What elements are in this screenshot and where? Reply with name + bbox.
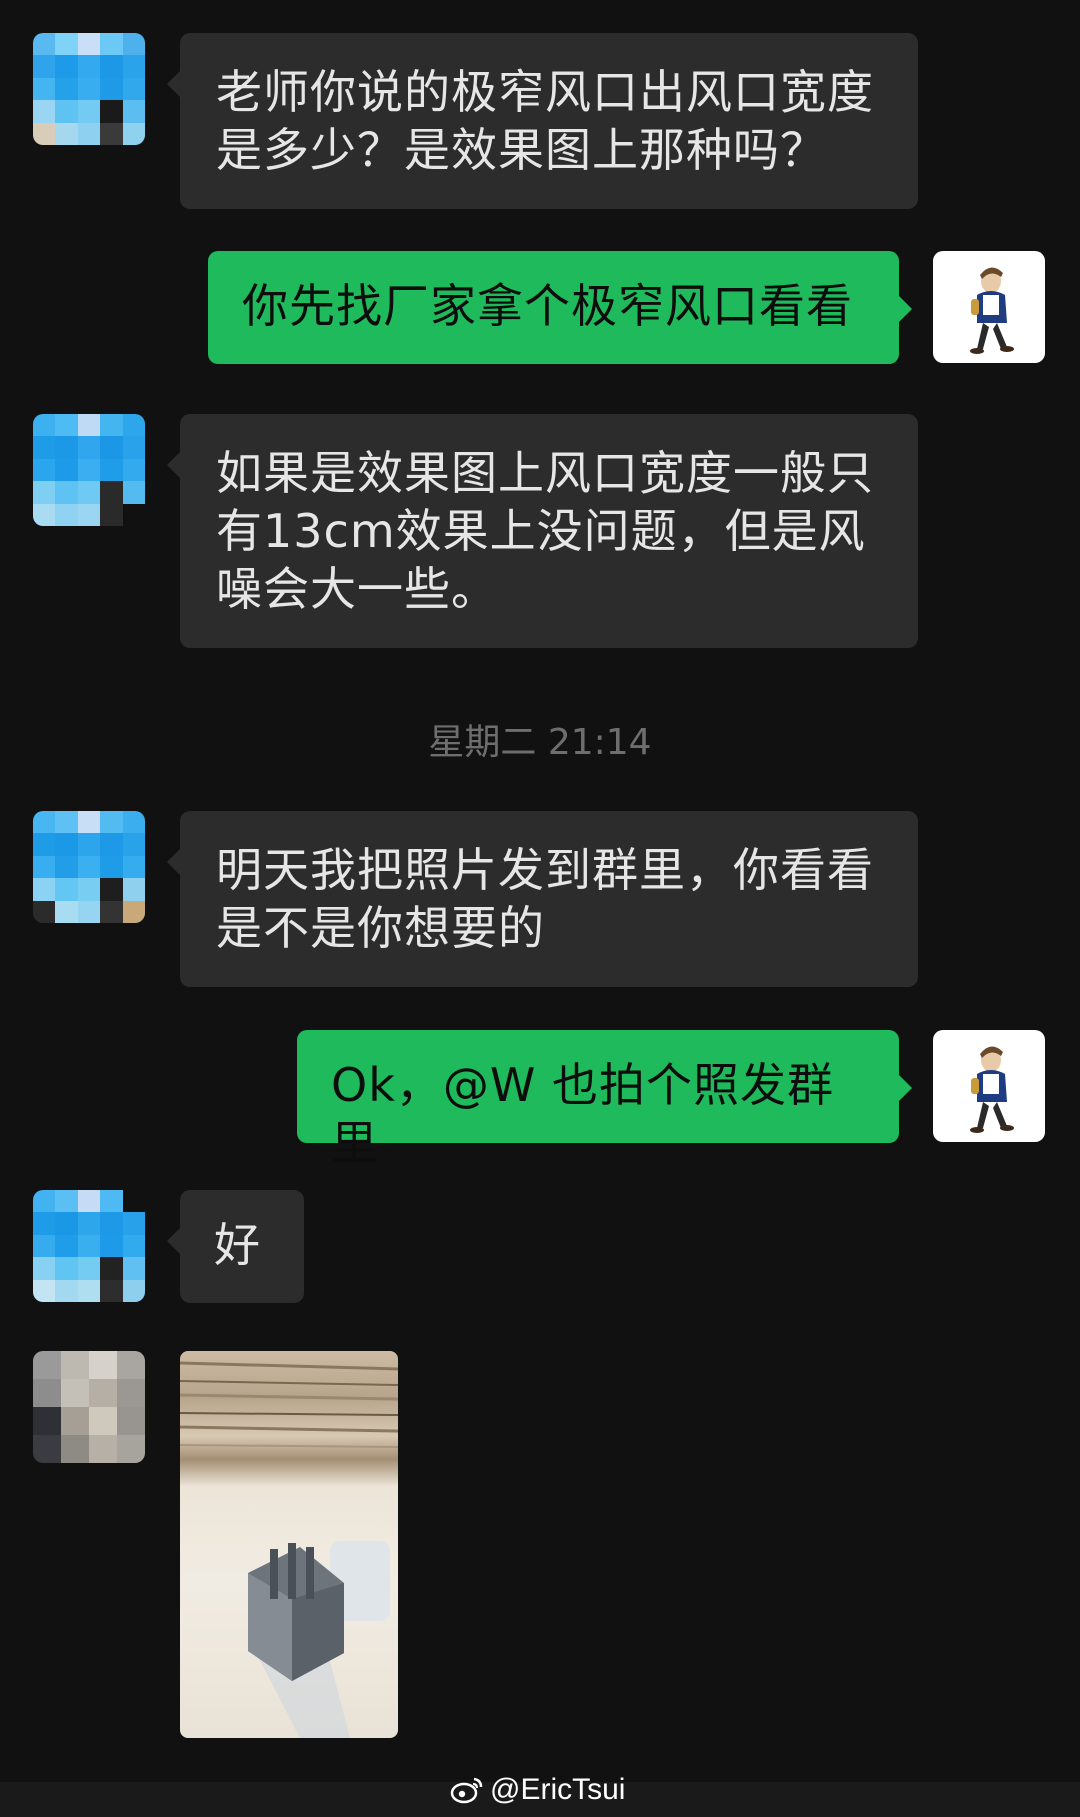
peer-avatar[interactable] — [33, 1190, 145, 1302]
watermark-text: @EricTsui — [490, 1773, 626, 1806]
message-text: 你先找厂家拿个极窄风口看看 — [242, 279, 853, 333]
walking-man-avatar-icon — [970, 1046, 1014, 1133]
message-bubble-2[interactable]: 你先找厂家拿个极窄风口看看 — [208, 251, 912, 364]
message-text: 好 — [214, 1218, 261, 1272]
message-text-line: 是不是你想要的 — [216, 901, 545, 955]
message-bubble-1[interactable]: 老师你说的极窄风口出风口宽度 是多少？是效果图上那种吗？ — [167, 33, 918, 209]
mosaic-avatar-image — [33, 414, 145, 526]
message-text-line: 有13cm效果上没问题，但是风 — [216, 504, 866, 558]
message-bubble-5[interactable]: Ok，@W 也拍个照发群里 — [297, 1030, 912, 1170]
message-text: Ok，@W 也拍个照发群里 — [331, 1058, 834, 1170]
peer-avatar[interactable] — [33, 33, 145, 145]
self-avatar[interactable] — [933, 251, 1045, 363]
self-avatar[interactable] — [933, 1030, 1045, 1142]
message-text-line: 噪会大一些。 — [216, 562, 498, 616]
mosaic-avatar-image — [33, 1190, 145, 1302]
message-bubble-3[interactable]: 如果是效果图上风口宽度一般只 有13cm效果上没问题，但是风 噪会大一些。 — [167, 414, 918, 648]
peer-avatar[interactable] — [33, 414, 145, 526]
message-text-line: 如果是效果图上风口宽度一般只 — [216, 446, 874, 500]
mosaic-avatar-image — [33, 1351, 145, 1463]
mosaic-avatar-image — [33, 33, 145, 145]
message-bubble-4[interactable]: 明天我把照片发到群里，你看看 是不是你想要的 — [167, 811, 918, 987]
timestamp: 星期二 21:14 — [428, 722, 652, 763]
watermark: @EricTsui — [450, 1773, 625, 1807]
mosaic-avatar-image — [33, 811, 145, 923]
peer-avatar[interactable] — [33, 811, 145, 923]
photo-message-image[interactable] — [180, 1351, 398, 1738]
walking-man-avatar-icon — [970, 267, 1014, 354]
aluminum-vent-profile-photo — [180, 1361, 398, 1738]
message-text-line: 明天我把照片发到群里，你看看 — [216, 843, 874, 897]
message-text-line: 老师你说的极窄风口出风口宽度 — [216, 65, 874, 119]
message-bubble-6[interactable]: 好 — [167, 1190, 304, 1303]
weibo-logo-icon — [450, 1777, 483, 1804]
peer2-avatar[interactable] — [33, 1351, 145, 1463]
message-text-line: 是多少？是效果图上那种吗？ — [216, 123, 827, 177]
